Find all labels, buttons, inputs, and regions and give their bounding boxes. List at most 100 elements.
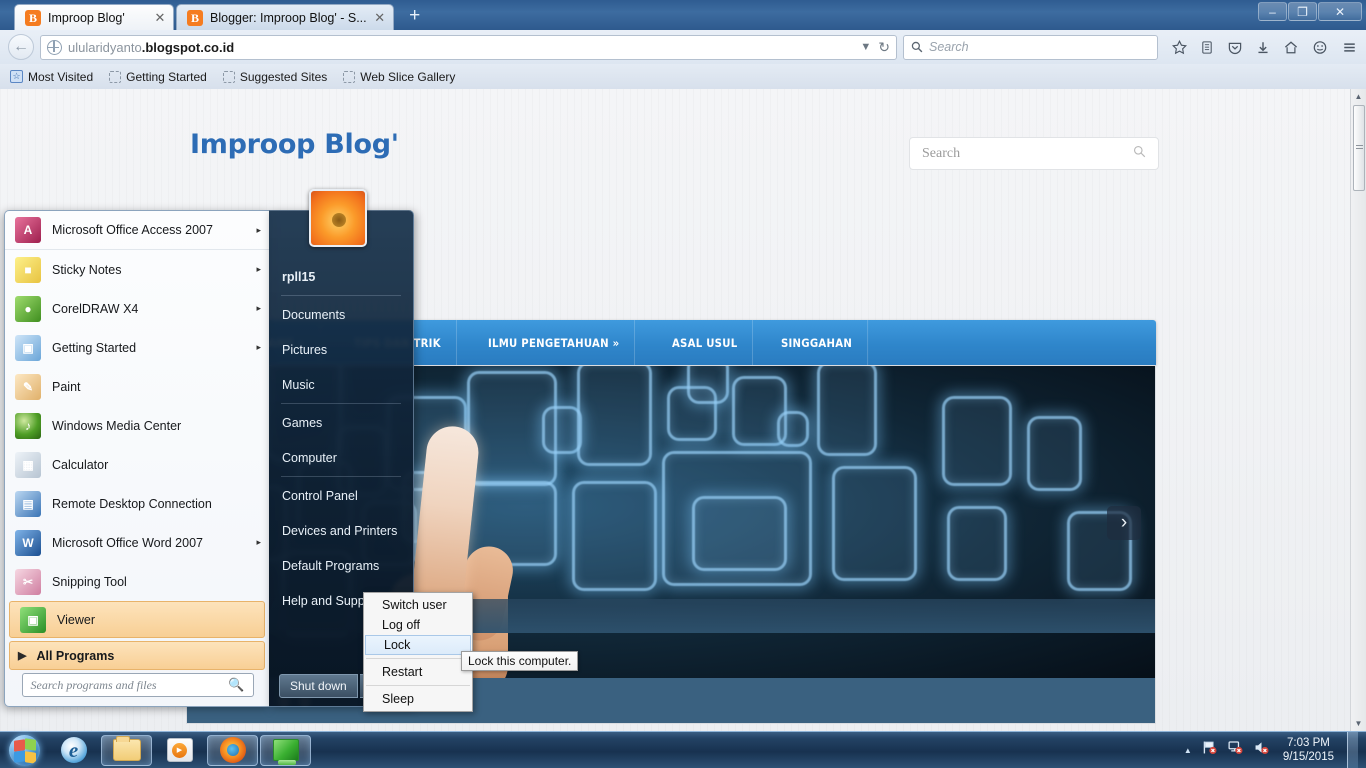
start-item-calculator[interactable]: ▦ Calculator xyxy=(5,445,269,484)
scroll-down-arrow[interactable]: ▼ xyxy=(1351,716,1366,731)
page-scrollbar[interactable]: ▲ ▼ xyxy=(1350,89,1366,731)
start-item-windows-media-center[interactable]: ♪ Windows Media Center xyxy=(5,406,269,445)
calculator-icon: ▦ xyxy=(15,451,41,478)
start-item-label: CorelDRAW X4 xyxy=(52,301,139,316)
hamburger-menu-icon[interactable] xyxy=(1341,40,1358,55)
nav-item-asal-usul[interactable]: ASAL USUL xyxy=(657,320,754,365)
clock[interactable]: 7:03 PM 9/15/2015 xyxy=(1279,736,1334,764)
close-window-button[interactable]: ✕ xyxy=(1318,2,1362,21)
bookmark-suggested-sites[interactable]: Suggested Sites xyxy=(222,70,327,84)
back-button[interactable]: ← xyxy=(8,34,34,60)
pocket-icon[interactable] xyxy=(1227,40,1243,55)
sync-smiley-icon[interactable] xyxy=(1312,40,1328,55)
start-search-input[interactable]: Search programs and files 🔍 xyxy=(21,673,254,697)
nav-item-ilmu-pengetahuan[interactable]: ILMU PENGETAHUAN » xyxy=(473,320,635,365)
minimize-button[interactable]: – xyxy=(1258,2,1287,21)
menu-item-sleep[interactable]: Sleep xyxy=(364,689,472,709)
close-icon[interactable]: ✕ xyxy=(373,10,387,26)
scrollbar-thumb[interactable] xyxy=(1353,105,1365,191)
chevron-down-icon[interactable]: ▼ xyxy=(860,41,871,53)
start-item-snipping-tool[interactable]: ✂ Snipping Tool xyxy=(5,562,269,601)
tab-blogger-dashboard[interactable]: B Blogger: Improop Blog' - S... ✕ xyxy=(176,4,394,30)
start-item-getting-started[interactable]: ▣ Getting Started ▸ xyxy=(5,328,269,367)
start-place-devices-and-printers[interactable]: Devices and Printers xyxy=(269,513,413,548)
start-item-word[interactable]: W Microsoft Office Word 2007 ▸ xyxy=(5,523,269,562)
bookmark-getting-started[interactable]: Getting Started xyxy=(109,70,207,84)
bookmark-web-slice-gallery[interactable]: Web Slice Gallery xyxy=(343,70,455,84)
show-desktop-button[interactable] xyxy=(1347,731,1358,768)
menu-item-log-off[interactable]: Log off xyxy=(364,615,472,635)
taskbar: e ▶ ▲ 7:03 PM 9/15/2015 xyxy=(0,731,1366,768)
start-user-name[interactable]: rpll15 xyxy=(269,259,413,294)
bookmark-label: Most Visited xyxy=(28,69,94,84)
start-item-paint[interactable]: ✎ Paint xyxy=(5,367,269,406)
flag-action-center-icon[interactable] xyxy=(1201,739,1218,761)
menu-item-switch-user[interactable]: Switch user xyxy=(364,595,472,615)
nav-item-singgahan[interactable]: SINGGAHAN xyxy=(766,320,869,365)
url-bar[interactable]: ulularidyanto.blogspot.co.id ▼ ↻ xyxy=(40,34,897,60)
start-place-computer[interactable]: Computer xyxy=(269,440,413,475)
start-place-documents[interactable]: Documents xyxy=(269,297,413,332)
bookmark-most-visited[interactable]: ☆ Most Visited xyxy=(10,70,93,84)
new-tab-button[interactable]: + xyxy=(404,5,426,27)
reload-icon[interactable]: ↻ xyxy=(878,39,890,56)
taskbar-windows-explorer[interactable] xyxy=(101,734,152,766)
start-item-coreldraw[interactable]: ● CorelDRAW X4 ▸ xyxy=(5,289,269,328)
show-hidden-icons-button[interactable]: ▲ xyxy=(1184,746,1192,755)
viewer-icon xyxy=(272,739,299,765)
chevron-right-icon: ▸ xyxy=(256,303,261,313)
start-item-label: Getting Started xyxy=(52,340,137,355)
start-item-label: Remote Desktop Connection xyxy=(52,496,212,511)
start-item-remote-desktop[interactable]: ▤ Remote Desktop Connection xyxy=(5,484,269,523)
start-place-pictures[interactable]: Pictures xyxy=(269,332,413,367)
start-item-sticky-notes[interactable]: ■ Sticky Notes ▸ xyxy=(5,250,269,289)
all-programs-label: All Programs xyxy=(36,648,115,663)
window-controls: – ❐ ✕ xyxy=(1258,2,1362,21)
taskbar-firefox[interactable] xyxy=(207,734,258,766)
start-item-label: Sticky Notes xyxy=(52,262,122,277)
bookmark-star-icon[interactable] xyxy=(1172,39,1187,55)
tab-improop-blog[interactable]: B Improop Blog' ✕ xyxy=(14,4,174,30)
menu-item-lock[interactable]: Lock xyxy=(365,635,471,655)
windows-media-center-icon: ♪ xyxy=(15,412,41,439)
bookmark-label: Getting Started xyxy=(126,69,207,84)
start-button[interactable] xyxy=(0,733,48,768)
blog-search-placeholder: Search xyxy=(922,145,961,161)
taskbar-windows-media-player[interactable]: ▶ xyxy=(154,735,205,766)
blog-search-input[interactable]: Search xyxy=(909,137,1159,170)
start-search-container: Search programs and files 🔍 xyxy=(5,664,270,706)
start-place-music[interactable]: Music xyxy=(269,367,413,402)
network-icon[interactable] xyxy=(1227,739,1244,761)
search-icon xyxy=(911,41,923,53)
remote-desktop-icon: ▤ xyxy=(15,490,41,517)
paint-icon: ✎ xyxy=(15,373,41,400)
clock-date: 9/15/2015 xyxy=(1282,751,1334,763)
start-place-default-programs[interactable]: Default Programs xyxy=(269,548,413,583)
most-visited-icon: ☆ xyxy=(10,70,23,83)
browser-search-box[interactable]: Search xyxy=(903,34,1158,60)
taskbar-internet-explorer[interactable]: e xyxy=(48,735,99,766)
globe-icon xyxy=(47,39,62,55)
home-icon[interactable] xyxy=(1283,40,1299,55)
firefox-icon xyxy=(219,737,246,763)
menu-item-restart[interactable]: Restart xyxy=(364,662,472,682)
close-icon[interactable]: ✕ xyxy=(153,10,167,26)
slider-next-button[interactable]: › xyxy=(1107,506,1141,540)
toolbar-icons xyxy=(1164,39,1358,55)
avatar[interactable] xyxy=(309,189,367,247)
shut-down-button[interactable]: Shut down xyxy=(279,674,358,698)
reader-list-icon[interactable] xyxy=(1200,40,1214,55)
start-place-games[interactable]: Games xyxy=(269,405,413,440)
downloads-icon[interactable] xyxy=(1256,40,1270,55)
scroll-up-arrow[interactable]: ▲ xyxy=(1351,89,1366,104)
start-item-access[interactable]: A Microsoft Office Access 2007 ▸ xyxy=(5,211,269,250)
start-menu: A Microsoft Office Access 2007 ▸ ■ Stick… xyxy=(4,189,414,712)
clock-time: 7:03 PM xyxy=(1287,737,1330,749)
start-place-control-panel[interactable]: Control Panel xyxy=(269,478,413,513)
maximize-button[interactable]: ❐ xyxy=(1288,2,1317,21)
taskbar-viewer[interactable] xyxy=(260,734,311,766)
shutdown-options-menu: Switch user Log off Lock Restart Sleep xyxy=(363,592,473,712)
coreldraw-icon: ● xyxy=(15,295,41,322)
start-item-viewer[interactable]: ▣ Viewer xyxy=(9,601,265,638)
volume-icon[interactable] xyxy=(1253,739,1270,761)
